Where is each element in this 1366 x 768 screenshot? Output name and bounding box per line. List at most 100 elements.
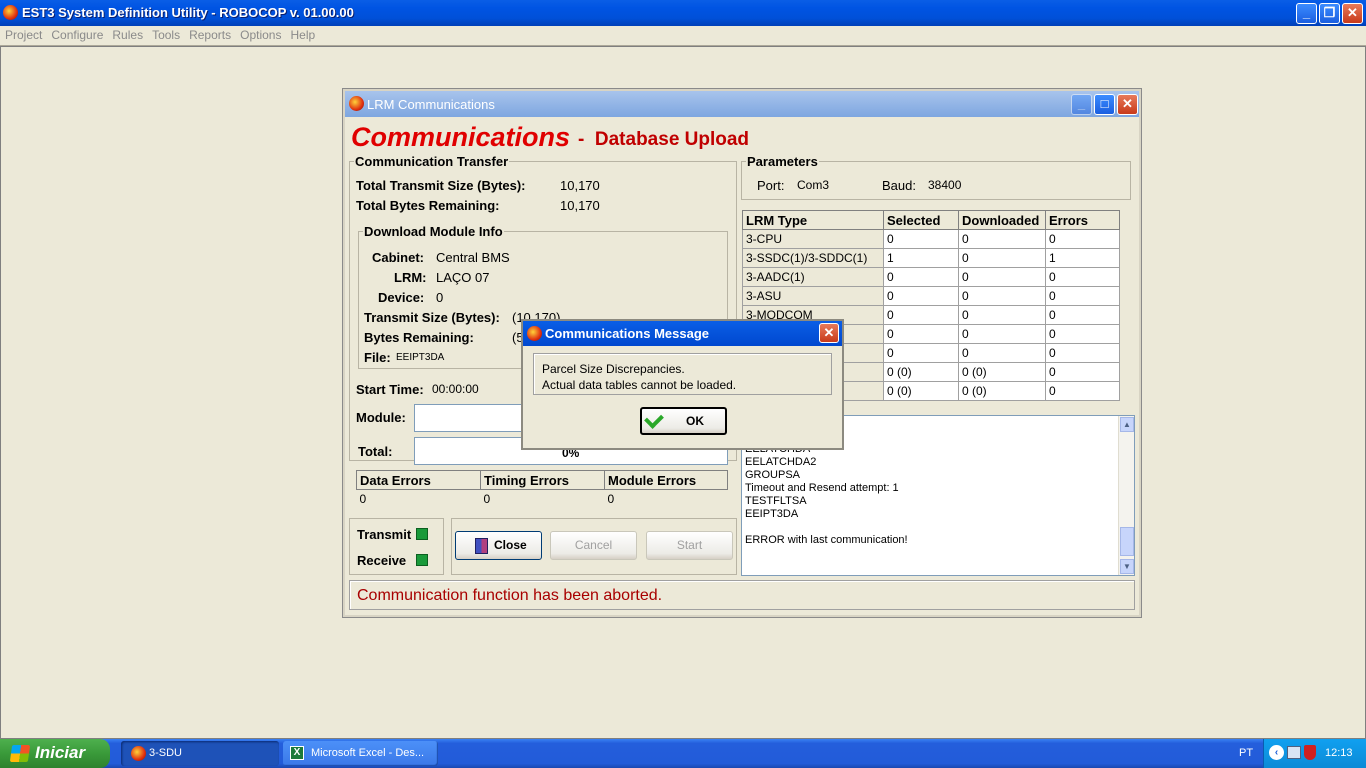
total-transmit-size-value: 10,170 bbox=[560, 178, 600, 193]
lrm-type-header: LRM Type bbox=[742, 210, 884, 230]
downloaded-cell: 0 bbox=[958, 305, 1046, 325]
language-indicator[interactable]: PT bbox=[1239, 747, 1253, 759]
lrm-label: LRM: bbox=[394, 270, 427, 285]
selected-cell: 0 bbox=[883, 305, 959, 325]
downloaded-cell: 0 bbox=[958, 286, 1046, 306]
downloaded-cell: 0 bbox=[958, 248, 1046, 268]
transmit-size-label: Transmit Size (Bytes): bbox=[364, 310, 500, 325]
total-bytes-remaining-value: 10,170 bbox=[560, 198, 600, 213]
check-icon bbox=[644, 409, 664, 429]
taskbar-item-3sdu[interactable]: 3-SDU bbox=[121, 741, 279, 766]
transmit-label: Transmit bbox=[357, 527, 412, 542]
errors-header: Errors bbox=[1045, 210, 1120, 230]
port-value: Com3 bbox=[797, 178, 830, 192]
table-row[interactable]: 3-CPU 0 0 0 bbox=[742, 229, 1120, 249]
dialog-message-line2: Actual data tables cannot be loaded. bbox=[542, 378, 737, 392]
status-bar: Communication function has been aborted. bbox=[349, 580, 1135, 610]
cabinet-label: Cabinet: bbox=[372, 250, 424, 265]
excel-icon: X bbox=[290, 746, 304, 760]
errors-cell: 0 bbox=[1045, 229, 1120, 249]
total-label: Total: bbox=[358, 444, 393, 459]
clock: 12:13 bbox=[1325, 747, 1353, 759]
table-row[interactable]: 3-AADC(1) 0 0 0 bbox=[742, 267, 1120, 287]
data-errors-value: 0 bbox=[356, 489, 481, 509]
restore-button[interactable]: ❐ bbox=[1319, 3, 1340, 24]
errors-cell: 1 bbox=[1045, 248, 1120, 268]
security-shield-icon[interactable] bbox=[1304, 745, 1316, 760]
start-time-value: 00:00:00 bbox=[432, 382, 479, 396]
download-module-info-legend: Download Module Info bbox=[364, 224, 503, 239]
app-title: EST3 System Definition Utility - ROBOCOP… bbox=[22, 5, 354, 20]
database-upload-heading: - Database Upload bbox=[578, 129, 749, 151]
communications-heading: Communications bbox=[351, 122, 571, 152]
downloaded-cell: 0 (0) bbox=[958, 362, 1046, 382]
lrm-minimize-button[interactable]: _ bbox=[1071, 94, 1092, 115]
selected-cell: 0 bbox=[883, 229, 959, 249]
main-title-bar: EST3 System Definition Utility - ROBOCOP… bbox=[0, 0, 1366, 26]
error-count-table: Data Errors Timing Errors Module Errors … bbox=[356, 470, 728, 509]
dialog-close-button[interactable]: ✕ bbox=[819, 323, 839, 343]
timing-errors-value: 0 bbox=[480, 489, 605, 509]
errors-cell: 0 bbox=[1045, 324, 1120, 344]
network-icon[interactable] bbox=[1287, 746, 1301, 759]
close-button-label: Close bbox=[494, 538, 527, 552]
app-icon bbox=[3, 5, 18, 20]
total-transmit-size-label: Total Transmit Size (Bytes): bbox=[356, 178, 526, 193]
device-value: 0 bbox=[436, 290, 444, 305]
start-time-label: Start Time: bbox=[356, 382, 424, 397]
module-errors-value: 0 bbox=[604, 489, 728, 509]
scroll-up-icon[interactable]: ▲ bbox=[1120, 417, 1134, 432]
taskbar-item-excel[interactable]: X Microsoft Excel - Des... bbox=[283, 741, 438, 766]
receive-label: Receive bbox=[357, 553, 407, 568]
selected-cell: 0 bbox=[883, 267, 959, 287]
selected-cell: 0 (0) bbox=[883, 362, 959, 382]
log-line: GROUPSA bbox=[745, 469, 801, 481]
errors-cell: 0 bbox=[1045, 305, 1120, 325]
scroll-thumb[interactable] bbox=[1120, 527, 1134, 556]
errors-cell: 0 bbox=[1045, 381, 1120, 401]
minimize-button[interactable]: _ bbox=[1296, 3, 1317, 24]
errors-cell: 0 bbox=[1045, 362, 1120, 382]
start-button[interactable]: Iniciar bbox=[0, 739, 110, 768]
file-value: EEIPT3DA bbox=[396, 352, 445, 363]
module-label: Module: bbox=[356, 410, 406, 425]
downloaded-cell: 0 bbox=[958, 229, 1046, 249]
menu-options[interactable]: Options bbox=[235, 26, 285, 42]
downloaded-cell: 0 (0) bbox=[958, 381, 1046, 401]
menu-configure[interactable]: Configure bbox=[46, 26, 107, 42]
close-button[interactable]: Close bbox=[455, 531, 542, 560]
receive-indicator bbox=[416, 554, 428, 566]
lrm-maximize-button[interactable]: □ bbox=[1094, 94, 1115, 115]
ok-button[interactable]: OK bbox=[640, 407, 727, 435]
lrm-title: LRM Communications bbox=[367, 97, 495, 112]
menu-tools[interactable]: Tools bbox=[147, 26, 184, 42]
3sdu-task-icon bbox=[131, 746, 146, 761]
close-app-button[interactable]: ✕ bbox=[1342, 3, 1363, 24]
scroll-down-icon[interactable]: ▼ bbox=[1120, 559, 1134, 574]
menu-reports[interactable]: Reports bbox=[184, 26, 235, 42]
cancel-button[interactable]: Cancel bbox=[550, 531, 637, 560]
dialog-message-box: Parcel Size Discrepancies. Actual data t… bbox=[533, 353, 832, 395]
close-door-icon bbox=[475, 538, 488, 554]
start-button[interactable]: Start bbox=[646, 531, 733, 560]
errors-cell: 0 bbox=[1045, 286, 1120, 306]
errors-cell: 0 bbox=[1045, 343, 1120, 363]
taskbar: Iniciar 3-SDU X Microsoft Excel - Des...… bbox=[0, 739, 1366, 768]
menu-rules[interactable]: Rules bbox=[107, 26, 147, 42]
lrm-close-button[interactable]: ✕ bbox=[1117, 94, 1138, 115]
lrm-type-cell: 3-SSDC(1)/3-SDDC(1) bbox=[742, 248, 884, 268]
downloaded-cell: 0 bbox=[958, 343, 1046, 363]
menu-help[interactable]: Help bbox=[285, 26, 319, 42]
tray-arrow-icon[interactable]: ‹ bbox=[1269, 745, 1284, 760]
lrm-window-icon bbox=[349, 96, 364, 111]
log-scrollbar[interactable]: ▲ ▼ bbox=[1118, 416, 1134, 575]
errors-cell: 0 bbox=[1045, 267, 1120, 287]
menu-project[interactable]: Project bbox=[0, 26, 46, 42]
menu-bar: Project Configure Rules Tools Reports Options… bbox=[0, 26, 1366, 46]
table-row[interactable]: 3-SSDC(1)/3-SDDC(1) 1 0 1 bbox=[742, 248, 1120, 268]
data-errors-header: Data Errors bbox=[356, 470, 481, 490]
ok-button-label: OK bbox=[686, 414, 704, 428]
table-row[interactable]: 3-ASU 0 0 0 bbox=[742, 286, 1120, 306]
communications-message-dialog: Communications Message ✕ Parcel Size Dis… bbox=[521, 319, 844, 450]
lrm-type-cell: 3-ASU bbox=[742, 286, 884, 306]
